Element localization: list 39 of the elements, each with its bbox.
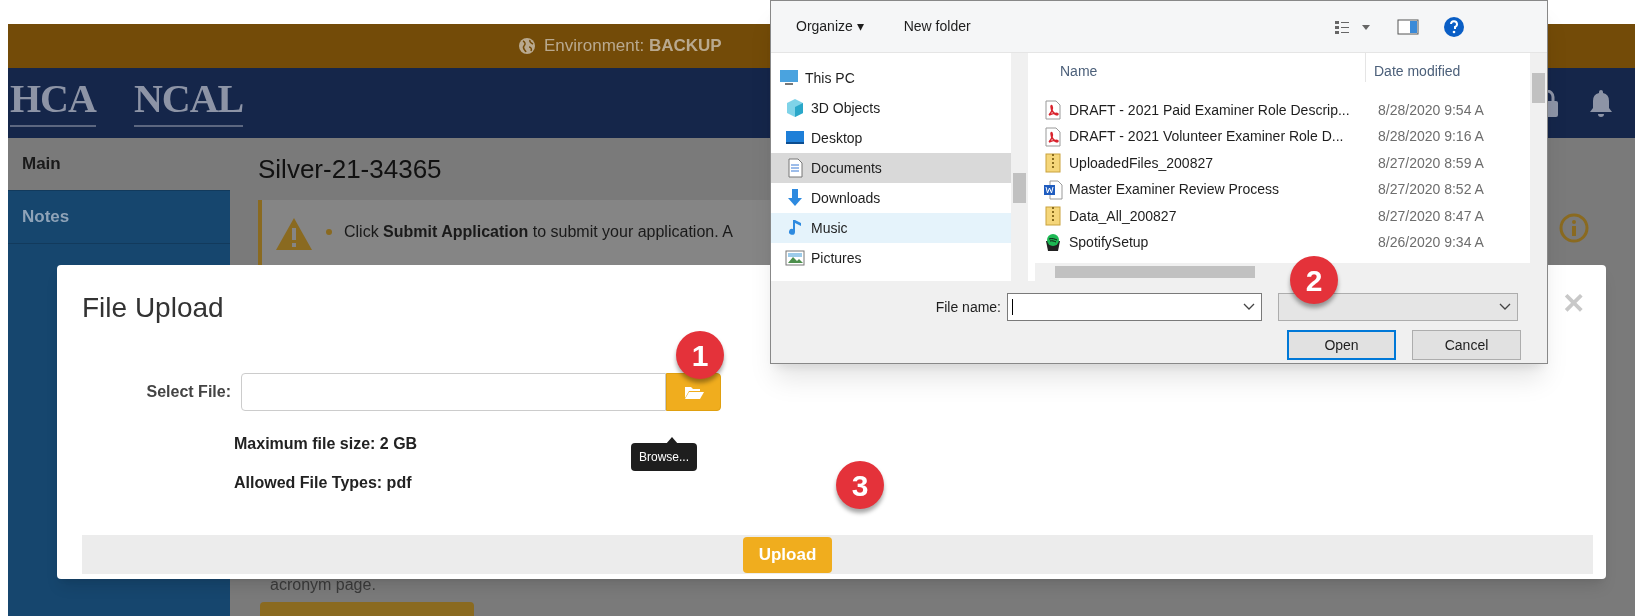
alert-text: Click Submit Application to submit your application. A [344, 222, 733, 242]
file-date: 8/27/2020 8:47 A [1378, 206, 1484, 226]
file-date: 8/26/2020 9:34 A [1378, 233, 1484, 253]
file-name: DRAFT - 2021 Volunteer Examiner Role D... [1069, 127, 1345, 147]
note-text: Allowed File Types: pdf [234, 473, 413, 493]
environment-label: Environment: BACKUP [518, 33, 722, 59]
column-header[interactable]: Name [1060, 61, 1365, 82]
file-name: DRAFT - 2021 Paid Examiner Role Descrip... [1069, 100, 1351, 120]
file-date: 8/27/2020 8:52 A [1378, 180, 1484, 200]
file-row[interactable]: DRAFT - 2021 Paid Examiner Role Descrip... 8/28/2020 9:54 A [1035, 97, 1530, 124]
field-label: File name: [934, 297, 1002, 317]
file-date: 8/28/2020 9:54 A [1378, 100, 1484, 120]
dialog-button[interactable]: Cancel [1412, 330, 1521, 360]
file-row[interactable]: Data_All_200827 8/27/2020 8:47 A [1035, 203, 1530, 230]
page-title: Silver-21-34365 [258, 153, 442, 186]
file-row[interactable]: Master Examiner Review Process 8/27/2020 8:52 A [1035, 176, 1530, 203]
field-label: Select File: [145, 382, 231, 402]
body-text: acronym page. [270, 576, 376, 594]
file-name: UploadedFiles_200827 [1069, 153, 1214, 173]
column-header[interactable]: Date modified [1374, 61, 1461, 82]
new-folder-button[interactable]: New folder [903, 16, 971, 37]
file-name: SpotifySetup [1069, 233, 1150, 253]
dialog-button[interactable]: Open [1287, 330, 1396, 360]
file-date: 8/27/2020 8:59 A [1378, 153, 1484, 173]
file-row[interactable]: DRAFT - 2021 Volunteer Examiner Role D... 8/28/2020 9:16 A [1035, 123, 1530, 150]
organize-menu[interactable]: Organize ▾ [796, 16, 864, 37]
logo: NCAL [133, 79, 244, 127]
note-text: Maximum file size: 2 GB [234, 434, 418, 454]
file-row[interactable]: SpotifySetup 8/26/2020 9:34 A [1035, 229, 1530, 256]
tooltip: Browse... [631, 443, 697, 471]
file-date: 8/28/2020 9:16 A [1378, 127, 1484, 147]
nav-item[interactable]: Music [771, 213, 1011, 243]
logo: HCA [10, 79, 96, 127]
sidebar-item[interactable]: Main [8, 138, 230, 191]
file-row[interactable]: UploadedFiles_200827 8/27/2020 8:59 A [1035, 150, 1530, 177]
file-name: Master Examiner Review Process [1069, 180, 1281, 200]
file-name: Data_All_200827 [1069, 206, 1178, 226]
modal-title: File Upload [82, 291, 224, 325]
nav-item[interactable]: Documents [771, 153, 1011, 183]
